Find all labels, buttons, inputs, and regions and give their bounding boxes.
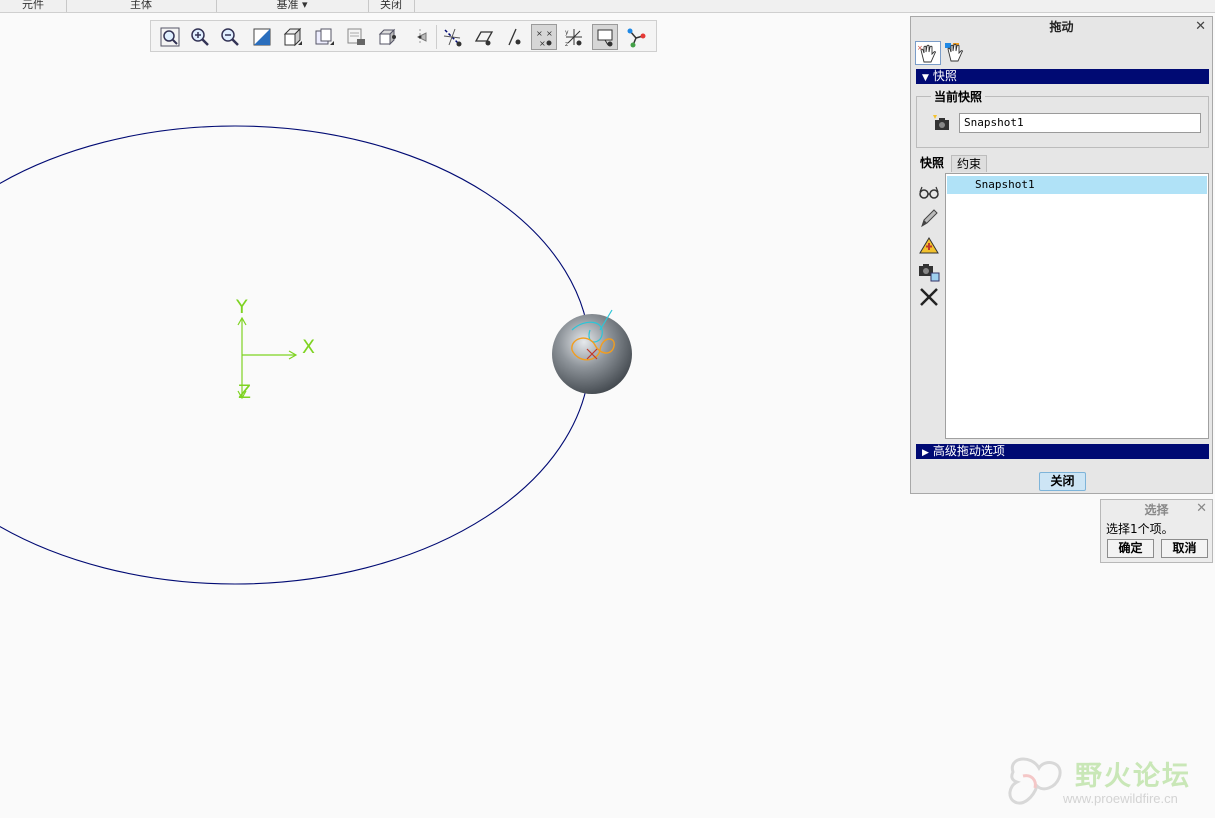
svg-text:×: × xyxy=(539,39,546,48)
display-style-icon xyxy=(283,27,302,47)
ribbon-group-body[interactable]: 主体 xyxy=(66,0,217,12)
svg-text:y: y xyxy=(565,29,569,36)
drag-dialog-close-icon[interactable]: ✕ xyxy=(1195,19,1206,35)
take-snapshot-button[interactable] xyxy=(931,113,953,136)
datum-csys-icon: yz xyxy=(565,29,582,48)
hand-body-drag-icon xyxy=(945,43,963,62)
datum-coordinate-button[interactable]: × × × xyxy=(531,24,557,50)
watermark-name: 野火论坛 xyxy=(1075,761,1191,792)
axis-label-y: Y xyxy=(236,296,248,318)
snapshot-section-header[interactable]: ▼ 快照 xyxy=(916,69,1209,84)
axis-label-z: Z xyxy=(238,381,252,403)
spin-center-icon xyxy=(416,29,427,45)
snapshot-list: Snapshot1 xyxy=(945,173,1209,439)
view-manager-icon xyxy=(347,28,365,45)
svg-text:×: × xyxy=(546,29,553,38)
select-message: 选择1个项。 xyxy=(1106,522,1174,536)
display-style-button[interactable] xyxy=(279,24,305,50)
axis-label-x: X xyxy=(302,336,316,358)
watermark-url: www.proewildfire.cn xyxy=(1063,791,1178,806)
select-dialog-close-icon[interactable]: ✕ xyxy=(1196,501,1207,517)
watermark: 野火论坛 www.proewildfire.cn xyxy=(1003,752,1215,812)
current-snapshot-label: 当前快照 xyxy=(931,88,986,105)
hand-point-drag-icon: × xyxy=(917,44,936,63)
cancel-button[interactable]: 取消 xyxy=(1161,539,1208,558)
ribbon-group-datum[interactable]: 基准 ▾ xyxy=(216,0,369,12)
body-drag-button[interactable] xyxy=(943,41,969,65)
triangle-down-icon: ▼ xyxy=(922,73,929,83)
list-item[interactable]: Snapshot1 xyxy=(947,176,1207,194)
joint-connection-icon xyxy=(627,28,646,48)
advanced-drag-options-header[interactable]: ▶ 高级拖动选项 xyxy=(916,444,1209,459)
zoom-fit-button[interactable] xyxy=(157,24,183,50)
annotation-display-button[interactable] xyxy=(592,24,618,50)
annotation-display-icon xyxy=(597,29,613,47)
zoom-out-icon xyxy=(221,28,239,46)
perspective-icon xyxy=(378,28,396,46)
refit-icon xyxy=(253,28,271,46)
svg-text:×: × xyxy=(917,44,923,52)
ribbon-group-component[interactable]: 元件 xyxy=(0,0,67,12)
copy-snapshot-button[interactable] xyxy=(917,259,941,283)
spin-center-button[interactable] xyxy=(407,24,433,50)
update-snapshot-button[interactable] xyxy=(917,233,941,257)
triangle-right-icon: ▶ xyxy=(922,448,929,458)
advanced-drag-options-label: 高级拖动选项 xyxy=(932,444,1005,458)
tab-constraints[interactable]: 约束 xyxy=(951,155,987,172)
point-drag-button[interactable]: × xyxy=(915,41,941,65)
datum-plane-button[interactable] xyxy=(471,24,497,50)
delete-snapshot-button[interactable] xyxy=(917,285,941,309)
joint-connection-button[interactable] xyxy=(623,24,649,50)
show-snapshot-button[interactable] xyxy=(917,179,941,203)
zoom-fit-icon xyxy=(160,27,180,47)
saved-views-button[interactable] xyxy=(311,24,337,50)
camera-icon xyxy=(933,115,949,130)
svg-text:×: × xyxy=(536,29,543,38)
zoom-out-button[interactable] xyxy=(217,24,243,50)
datum-csys-button[interactable]: yz xyxy=(561,24,587,50)
datum-plane-icon xyxy=(474,31,494,46)
tab-snapshots[interactable]: 快照 xyxy=(917,155,947,172)
delete-x-icon xyxy=(920,288,938,306)
warning-update-icon xyxy=(919,237,939,254)
snapshot-section-label: 快照 xyxy=(932,69,957,83)
drag-dialog: 拖动 ✕ × ▼ 快照 当前快照 Snapshot1 快照 约束 Snapsho… xyxy=(910,16,1213,494)
zoom-in-icon xyxy=(191,28,209,46)
zoom-in-button[interactable] xyxy=(187,24,213,50)
current-snapshot-group: 当前快照 Snapshot1 xyxy=(916,88,1209,148)
select-dialog: 选择 ✕ 选择1个项。 确定 取消 xyxy=(1100,499,1213,563)
edit-snapshot-button[interactable] xyxy=(917,206,941,230)
graphics-toolbar: × × × yz xyxy=(150,20,657,52)
ribbon-group-bar: 元件 主体 基准 ▾ 关闭 xyxy=(0,0,1215,13)
pencil-icon xyxy=(921,209,938,228)
datum-axis-button[interactable] xyxy=(439,24,465,50)
toolbar-separator xyxy=(436,25,437,49)
datum-point-icon xyxy=(508,28,521,46)
ribbon-group-close[interactable]: 关闭 xyxy=(368,0,415,12)
forum-logo-icon xyxy=(1008,757,1062,805)
glasses-icon xyxy=(919,186,939,199)
drag-dialog-title: 拖动 xyxy=(1049,20,1074,34)
datum-axis-icon xyxy=(443,28,462,47)
model-canvas[interactable] xyxy=(0,53,910,818)
svg-text:z: z xyxy=(565,41,568,48)
refit-button[interactable] xyxy=(249,24,275,50)
datum-point-button[interactable] xyxy=(501,24,527,50)
camera-copy-icon xyxy=(919,264,940,282)
snapshot-tools xyxy=(915,173,945,439)
perspective-button[interactable] xyxy=(375,24,401,50)
ok-button[interactable]: 确定 xyxy=(1107,539,1154,558)
snapshot-name-input[interactable]: Snapshot1 xyxy=(959,113,1201,133)
saved-views-icon xyxy=(315,28,334,45)
datum-coordinate-icon: × ×× xyxy=(536,29,553,48)
close-button[interactable]: 关闭 xyxy=(1039,472,1086,491)
view-manager-button[interactable] xyxy=(343,24,369,50)
